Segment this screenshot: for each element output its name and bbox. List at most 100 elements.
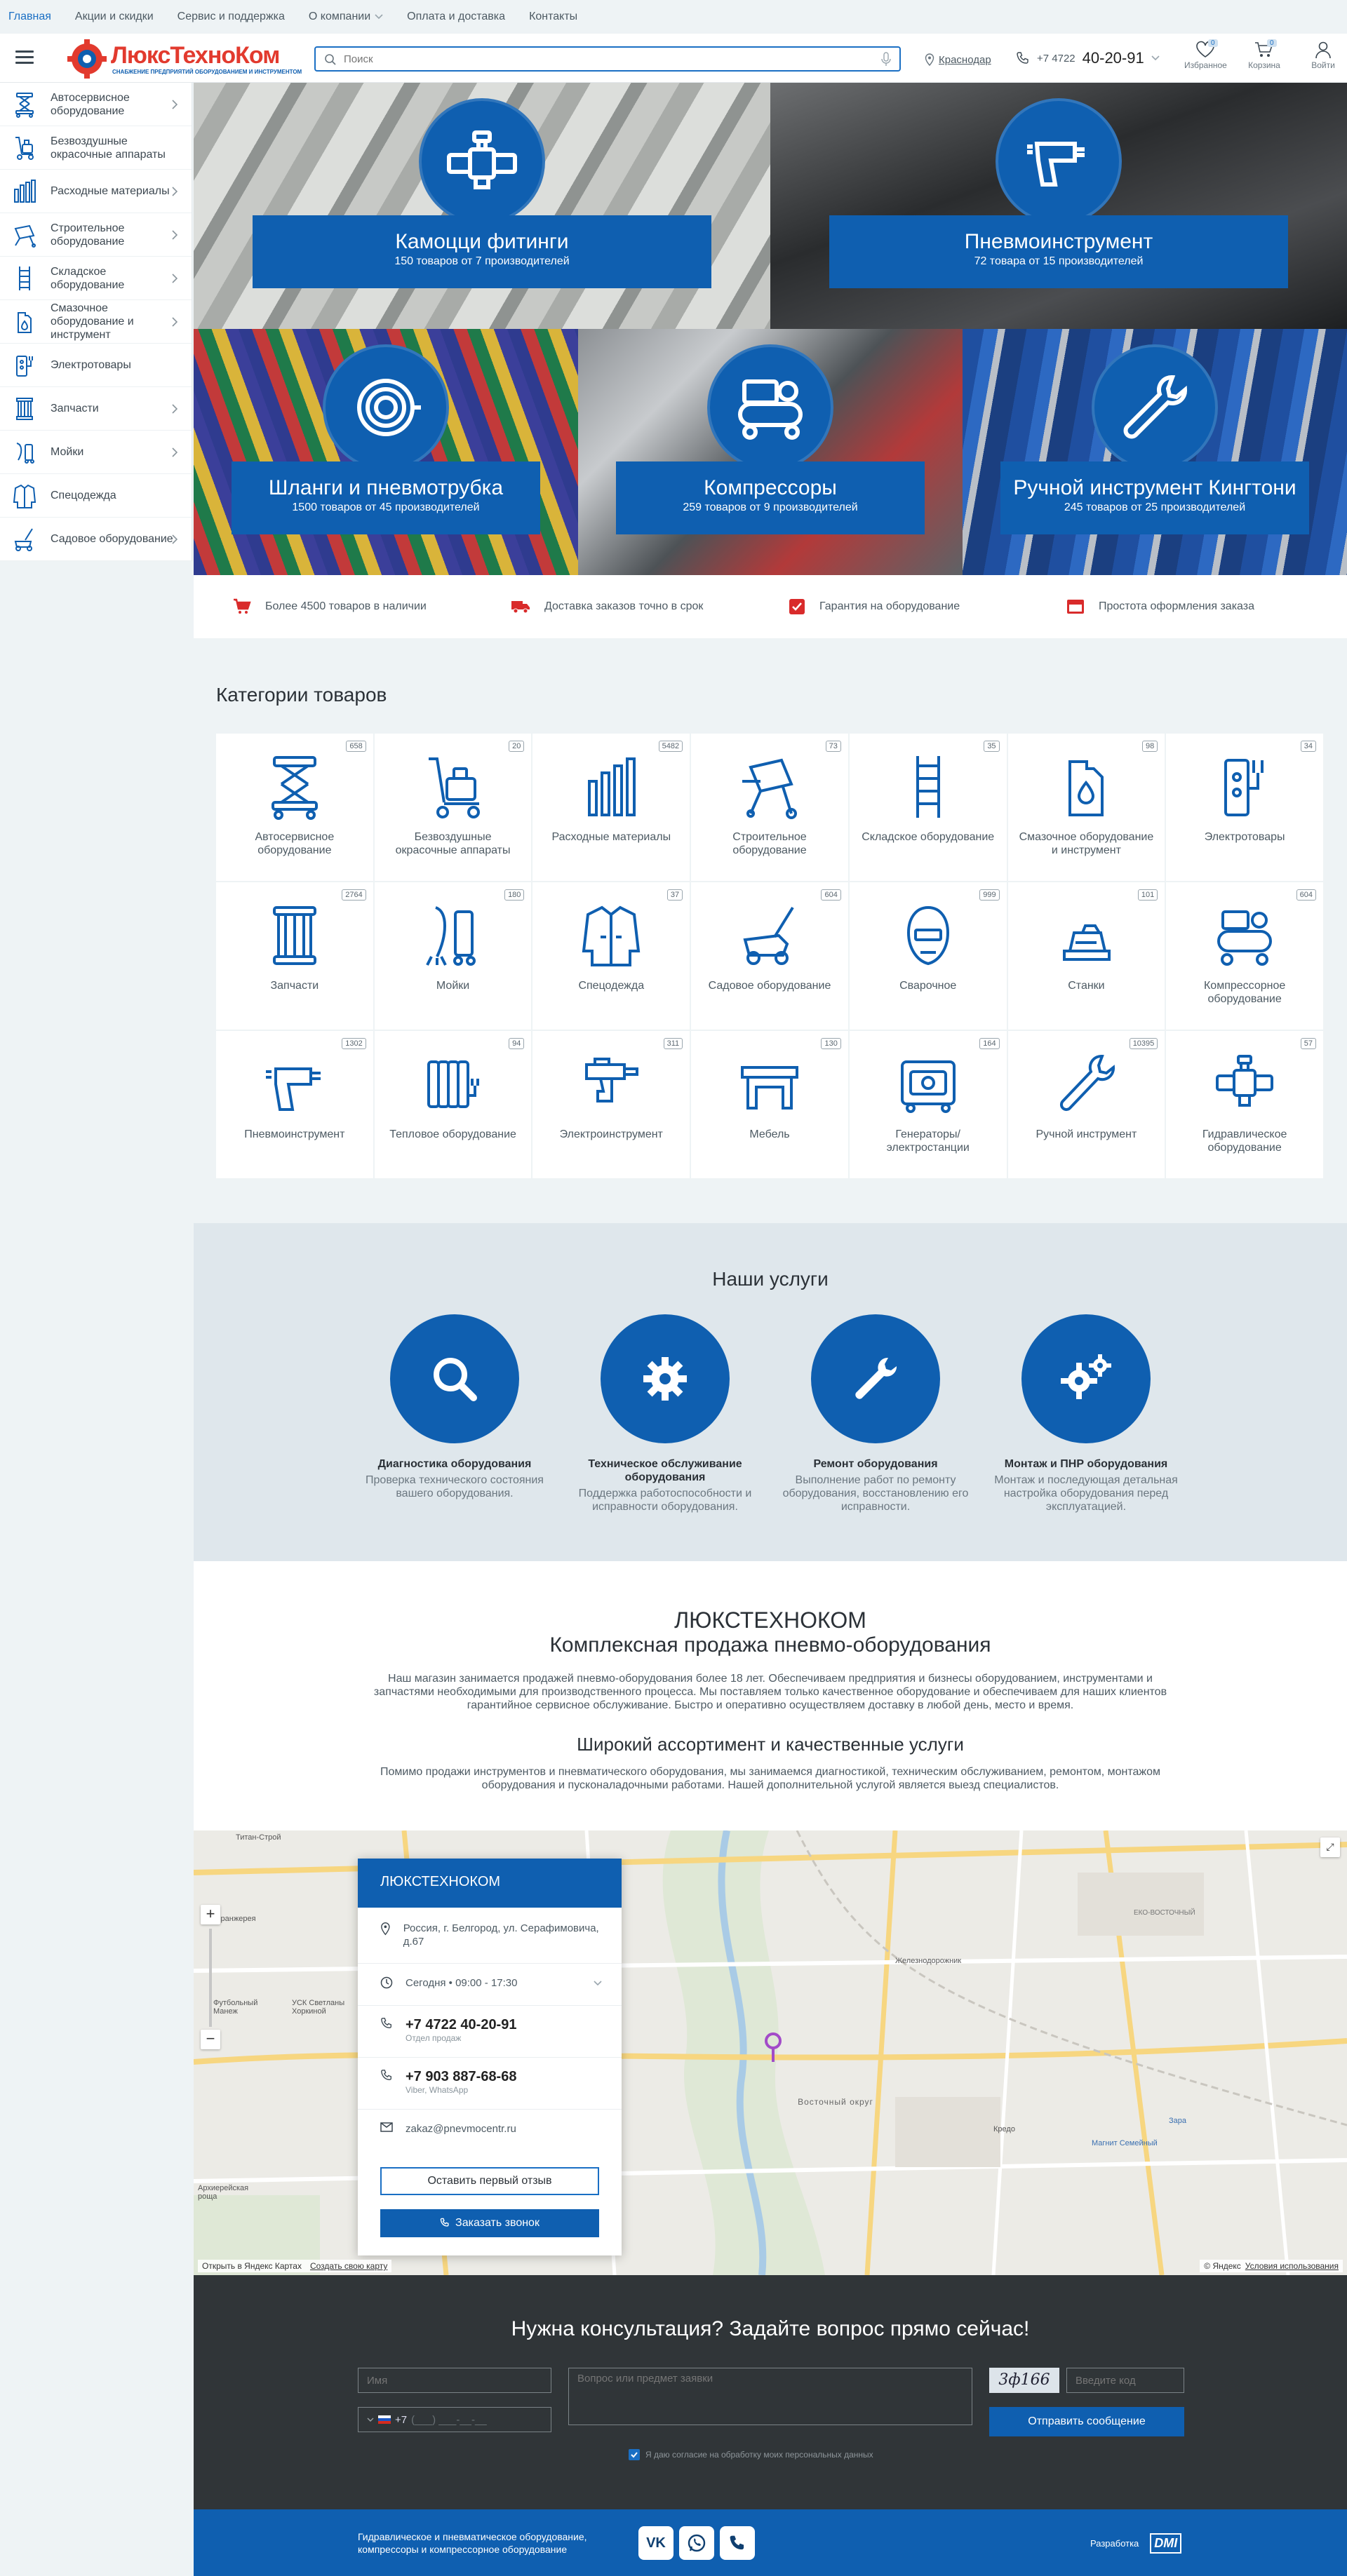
category-washers[interactable]: 180 Мойки: [374, 882, 532, 1030]
sidebar-item-consumables[interactable]: Расходные материалы: [0, 170, 192, 213]
zoom-in-button[interactable]: +: [201, 1905, 220, 1924]
contact-phone-1[interactable]: +7 4722 40-20-91 Отдел продаж: [358, 2006, 622, 2058]
search-input[interactable]: [344, 52, 849, 66]
filter-icon: [272, 906, 316, 965]
cart-button[interactable]: 0 Корзина: [1243, 39, 1285, 70]
header-phone[interactable]: +7 4722 40-20-91: [1016, 49, 1160, 67]
open-in-yandex-link[interactable]: Открыть в Яндекс Картах: [202, 2261, 302, 2271]
hammer-drill-icon: [585, 1058, 639, 1102]
category-hand-tools[interactable]: 10395 Ручной инструмент: [1007, 1031, 1165, 1178]
ladder-icon: [19, 266, 30, 290]
nav-about[interactable]: О компании: [309, 11, 383, 23]
consent-row[interactable]: Я даю согласие на обработку моих персона…: [629, 2449, 873, 2460]
category-autoservice[interactable]: 658 Автосервисное оборудование: [216, 734, 373, 881]
contact-hours[interactable]: Сегодня • 09:00 - 17:30: [358, 1964, 622, 2006]
captcha-code-field[interactable]: [1066, 2368, 1184, 2393]
sidebar-label: Запчасти: [51, 403, 99, 414]
hero-tile-hand-tools[interactable]: Ручной инструмент Кингтони 245 товаров от…: [963, 329, 1347, 575]
category-warehouse[interactable]: 35 Складское оборудование: [849, 734, 1007, 881]
hero-tile-hoses[interactable]: Шланги и пневмотрубка 1500 товаров от 45 …: [194, 329, 578, 575]
sidebar-item-washers[interactable]: Мойки: [0, 431, 192, 474]
service-repair[interactable]: Ремонт оборудования Выполнение работ по …: [777, 1314, 974, 1513]
category-power-tools[interactable]: 311 Электроинструмент: [532, 1031, 690, 1178]
contact-card: ЛЮКСТЕХНОКОМ Россия, г. Белгород, ул. Се…: [358, 1859, 622, 2255]
nav-home[interactable]: Главная: [8, 11, 51, 23]
category-airless-sprayers[interactable]: 20 Безвоздушные окрасочные аппараты: [374, 734, 532, 881]
sidebar-item-spare-parts[interactable]: Запчасти: [0, 387, 192, 431]
category-pneumatic-tools[interactable]: 1302 Пневмоинструмент: [216, 1031, 373, 1178]
microphone-icon[interactable]: [881, 52, 891, 67]
request-call-button[interactable]: Заказать звонок: [380, 2209, 599, 2237]
footer-text: Гидравлическое и пневматическое оборудов…: [358, 2531, 587, 2555]
category-spare-parts[interactable]: 2764 Запчасти: [216, 882, 373, 1030]
contact-phone-2[interactable]: +7 903 887-68-68 Viber, WhatsApp: [358, 2058, 622, 2110]
checkbox-checked-icon[interactable]: [629, 2449, 640, 2460]
nav-payment[interactable]: Оплата и доставка: [407, 11, 505, 23]
zoom-out-button[interactable]: −: [201, 2030, 220, 2049]
nav-promotions[interactable]: Акции и скидки: [75, 11, 154, 23]
sidebar-item-garden[interactable]: Садовое оборудование: [0, 518, 192, 561]
consultation-title: Нужна консультация? Задайте вопрос прямо…: [511, 2317, 1030, 2340]
category-consumables[interactable]: 5482 Расходные материалы: [532, 734, 690, 881]
category-garden[interactable]: 604 Садовое оборудование: [691, 882, 848, 1030]
fullscreen-button[interactable]: ⤢: [1320, 1837, 1340, 1857]
sidebar-label: Спецодежда: [51, 490, 116, 501]
hero-tile-pneumatic-tools[interactable]: Пневмоинструмент 72 товара от 15 производ…: [770, 83, 1347, 329]
ladder-icon: [916, 756, 940, 818]
service-installation[interactable]: Монтаж и ПНР оборудования Монтаж и после…: [988, 1314, 1184, 1513]
category-count: 604: [821, 889, 841, 901]
address-text: Россия, г. Белгород, ул. Серафимовича, д…: [403, 1922, 599, 1948]
category-generators[interactable]: 164 Генераторы/ электростанции: [849, 1031, 1007, 1178]
russia-flag-icon: [378, 2415, 391, 2424]
logo[interactable]: ЛюксТехноКом СНАБЖЕНИЕ ПРЕДПРИЯТИЙ ОБОРУ…: [67, 39, 302, 79]
category-workwear[interactable]: 37 Спецодежда: [532, 882, 690, 1030]
category-furniture[interactable]: 130 Мебель: [691, 1031, 848, 1178]
category-welding[interactable]: 999 Сварочное: [849, 882, 1007, 1030]
terms-link[interactable]: Условия использования: [1245, 2261, 1339, 2271]
sidebar-item-workwear[interactable]: Спецодежда: [0, 474, 192, 518]
login-button[interactable]: Войти: [1302, 41, 1344, 70]
cart-icon: [234, 598, 251, 614]
name-field[interactable]: [358, 2368, 551, 2393]
category-name: Тепловое оборудование: [389, 1128, 516, 1140]
category-hydraulics[interactable]: 57 Гидравлическое оборудование: [1166, 1031, 1323, 1178]
sidebar-item-electrical[interactable]: Электротовары: [0, 344, 192, 387]
category-electrical[interactable]: 34 Электротовары: [1166, 734, 1323, 881]
contact-email[interactable]: zakaz@pnevmocentr.ru: [358, 2110, 622, 2152]
phone-field[interactable]: +7 (___) ___-__-__: [358, 2407, 551, 2432]
sidebar-item-lubrication[interactable]: Смазочное оборудование и инструмент: [0, 300, 192, 344]
send-message-button[interactable]: Отправить сообщение: [989, 2407, 1184, 2436]
city-selector[interactable]: Краснодар: [925, 53, 991, 66]
search-icon[interactable]: [324, 53, 337, 66]
menu-icon[interactable]: [15, 50, 34, 65]
question-field[interactable]: [568, 2368, 972, 2425]
sidebar-item-autoservice[interactable]: Автосервисное оборудование: [0, 83, 192, 126]
service-maintenance[interactable]: Техническое обслуживание оборудования По…: [567, 1314, 763, 1513]
zoom-slider[interactable]: [209, 1929, 212, 2027]
whatsapp-icon[interactable]: [679, 2526, 714, 2560]
service-diagnostics[interactable]: Диагностика оборудования Проверка технич…: [356, 1314, 553, 1500]
category-compressor-equipment[interactable]: 604 Компрессорное оборудование: [1166, 882, 1323, 1030]
create-map-link[interactable]: Создать свою карту: [310, 2261, 387, 2271]
category-construction[interactable]: 73 Строительное оборудование: [691, 734, 848, 881]
truck-icon: [511, 601, 530, 614]
favorites-button[interactable]: 0 Избранное: [1184, 39, 1227, 70]
sidebar-item-construction[interactable]: Строительное оборудование: [0, 213, 192, 257]
sidebar-item-warehouse[interactable]: Складское оборудование: [0, 257, 192, 300]
hero-tile-fittings[interactable]: Камоцци фитинги 150 товаров от 7 производ…: [194, 83, 770, 329]
hero-tile-compressors[interactable]: Компрессоры 259 товаров от 9 производител…: [578, 329, 963, 575]
vk-icon[interactable]: VK: [638, 2526, 674, 2560]
category-machine-tools[interactable]: 101 Станки: [1007, 882, 1165, 1030]
sidebar-item-airless-sprayers[interactable]: Безвоздушные окрасочные аппараты: [0, 126, 192, 170]
category-name: Мойки: [436, 980, 470, 992]
developer-credit[interactable]: Разработка DMI: [1090, 2533, 1182, 2554]
nav-service[interactable]: Сервис и поддержка: [177, 11, 285, 23]
map-section[interactable]: Титан-Строй Оранжерея Футбольный Манеж У…: [194, 1830, 1347, 2275]
phone-icon: [440, 2218, 449, 2227]
category-heating[interactable]: 94 Тепловое оборудование: [374, 1031, 532, 1178]
phone-call-icon[interactable]: [720, 2526, 755, 2560]
header: ЛюксТехноКом СНАБЖЕНИЕ ПРЕДПРИЯТИЙ ОБОРУ…: [0, 34, 1347, 83]
nav-contacts[interactable]: Контакты: [529, 11, 577, 23]
leave-review-button[interactable]: Оставить первый отзыв: [380, 2167, 599, 2195]
category-lubrication[interactable]: 98 Смазочное оборудование и инструмент: [1007, 734, 1165, 881]
